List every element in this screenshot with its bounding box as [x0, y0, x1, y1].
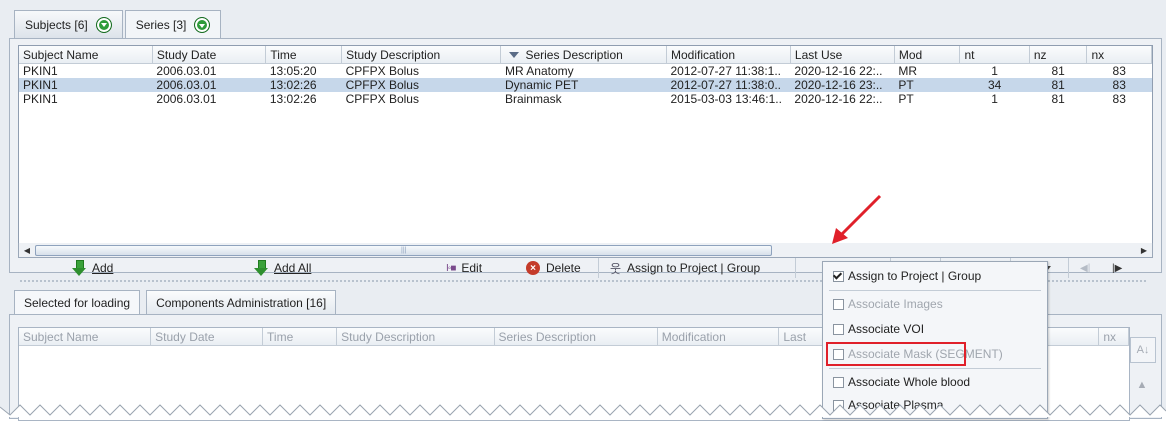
- top-tab-bar: Subjects [6] Series [3]: [14, 10, 223, 39]
- table-row[interactable]: PKIN1 2006.03.01 13:02:26 CPFPX Bolus Br…: [19, 92, 1152, 106]
- column-header[interactable]: Time: [265, 46, 343, 64]
- checkbox-icon: [833, 376, 844, 388]
- sort-az-button[interactable]: A↓: [1130, 337, 1156, 363]
- app-window: Subjects [6] Series [3] Subject Name Stu…: [0, 0, 1166, 421]
- tab-components-administration[interactable]: Components Administration [16]: [146, 290, 337, 314]
- sort-az-icon: A↓: [1136, 344, 1150, 356]
- column-header[interactable]: Series Description: [494, 328, 658, 346]
- column-header[interactable]: Mod: [894, 46, 961, 64]
- column-header[interactable]: nx: [1086, 46, 1152, 64]
- highlight-box: [826, 342, 966, 366]
- column-header[interactable]: Study Date: [150, 328, 264, 346]
- column-header[interactable]: Study Description: [336, 328, 495, 346]
- horizontal-scrollbar[interactable]: ◀ ||| ▶: [18, 243, 1153, 258]
- column-header[interactable]: nt: [959, 46, 1030, 64]
- column-header[interactable]: Last Use: [790, 46, 895, 64]
- table-header: Subject Name Study Date Time Study Descr…: [19, 46, 1152, 64]
- column-header[interactable]: nx: [1098, 328, 1129, 346]
- annotation-arrow-icon: [832, 194, 882, 244]
- table-row[interactable]: PKIN1 2006.03.01 13:05:20 CPFPX Bolus MR…: [19, 64, 1152, 79]
- scrollbar-thumb[interactable]: |||: [35, 245, 772, 256]
- tab-subjects-label: Subjects [6]: [25, 17, 88, 32]
- column-header[interactable]: Subject Name: [19, 46, 153, 64]
- checkbox-checked-icon: [833, 270, 844, 282]
- column-header[interactable]: Subject Name: [19, 328, 152, 346]
- dropdown-circle-icon[interactable]: [194, 17, 211, 33]
- torn-edge: [0, 404, 1166, 417]
- next-icon: |▶: [1112, 262, 1123, 274]
- column-header[interactable]: Modification: [666, 46, 791, 64]
- grip-icon: |||: [401, 247, 407, 254]
- column-header[interactable]: Time: [262, 328, 338, 346]
- delete-icon: ×: [526, 261, 540, 275]
- up-arrow-icon: ▲: [1136, 379, 1148, 391]
- menu-item-associate-voi[interactable]: Associate VOI: [823, 319, 1047, 339]
- column-header[interactable]: Study Description: [341, 46, 502, 64]
- scroll-right-icon[interactable]: ▶: [1138, 244, 1150, 256]
- checkbox-icon: [833, 298, 844, 310]
- dropdown-circle-icon[interactable]: [95, 16, 112, 33]
- column-header[interactable]: nz: [1029, 46, 1088, 64]
- table-row-selected[interactable]: PKIN1 2006.03.01 13:02:26 CPFPX Bolus Dy…: [19, 78, 1152, 92]
- menu-item-associate-images[interactable]: Associate Images: [823, 294, 1047, 314]
- column-header[interactable]: Study Date: [152, 46, 267, 64]
- edit-icon: I◦■: [446, 262, 456, 274]
- tab-series-label: Series [3]: [135, 18, 187, 32]
- menu-item-associate-whole-blood[interactable]: Associate Whole blood: [823, 372, 1047, 392]
- previous-icon: ◀|: [1080, 262, 1091, 274]
- tab-subjects[interactable]: Subjects [6]: [14, 10, 123, 38]
- bottom-tab-bar: Selected for loading Components Administ…: [14, 290, 342, 316]
- move-up-button[interactable]: ▲: [1130, 373, 1154, 397]
- checkbox-icon: [833, 323, 844, 335]
- menu-item-assign-project-group[interactable]: Assign to Project | Group: [823, 266, 1047, 286]
- series-table[interactable]: Subject Name Study Date Time Study Descr…: [18, 45, 1153, 245]
- menu-separator: [829, 368, 1041, 369]
- sort-descending-icon: [509, 52, 520, 59]
- series-panel: Subject Name Study Date Time Study Descr…: [9, 38, 1162, 278]
- tab-series[interactable]: Series [3]: [124, 10, 222, 39]
- tab-selected-for-loading[interactable]: Selected for loading: [14, 290, 141, 314]
- menu-separator: [829, 290, 1041, 291]
- column-header[interactable]: Modification: [657, 328, 780, 346]
- column-header[interactable]: Series Description: [500, 46, 667, 64]
- scroll-left-icon[interactable]: ◀: [21, 244, 33, 256]
- assign-options-menu: Assign to Project | Group Associate Imag…: [822, 261, 1048, 419]
